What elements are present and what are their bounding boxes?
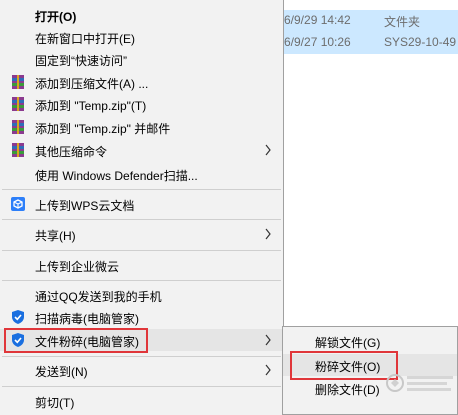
file-type: 文件夹 xyxy=(384,15,421,29)
chevron-right-icon xyxy=(265,228,271,240)
menu-item-scan-virus[interactable]: 扫描病毒(电脑管家) xyxy=(0,306,283,328)
menu-item-label: 文件粉碎(电脑管家) xyxy=(35,335,139,349)
chevron-right-icon xyxy=(265,334,271,346)
menu-item-open-new-window[interactable]: 在新窗口中打开(E) xyxy=(0,26,283,48)
menu-item-add-to-archive[interactable]: 添加到压缩文件(A) ... xyxy=(0,71,283,93)
menu-item-label: 打开(O) xyxy=(35,10,77,24)
file-row[interactable]: 6/9/27 10:26 SYS29-10-49 xyxy=(284,32,458,54)
tencent-shield-icon xyxy=(12,333,24,347)
menu-separator xyxy=(2,386,281,387)
watermark-logo-icon xyxy=(386,374,453,392)
menu-item-label: 在新窗口中打开(E) xyxy=(35,32,135,46)
menu-separator xyxy=(2,219,281,220)
menu-item-send-to[interactable]: 发送到(N) xyxy=(0,359,283,381)
menu-item-label: 扫描病毒(电脑管家) xyxy=(35,312,139,326)
menu-item-share[interactable]: 共享(H) xyxy=(0,223,283,245)
menu-item-label: 共享(H) xyxy=(35,229,76,243)
menu-item-upload-weiyun[interactable]: 上传到企业微云 xyxy=(0,254,283,276)
tencent-shield-icon xyxy=(12,310,24,324)
file-row[interactable]: 6/9/29 14:42 文件夹 xyxy=(284,10,458,32)
menu-item-label: 上传到企业微云 xyxy=(35,260,120,274)
menu-item-add-to-zip-and-email[interactable]: 添加到 "Temp.zip" 并邮件 xyxy=(0,116,283,138)
chevron-right-icon xyxy=(265,144,271,156)
menu-item-label: 发送到(N) xyxy=(35,365,88,379)
menu-separator xyxy=(2,356,281,357)
menu-item-label: 添加到 "Temp.zip" 并邮件 xyxy=(35,122,171,136)
menu-item-other-compress[interactable]: 其他压缩命令 xyxy=(0,139,283,161)
submenu-item-label: 粉碎文件(O) xyxy=(315,360,381,374)
menu-item-file-shredder[interactable]: 文件粉碎(电脑管家) xyxy=(0,329,283,351)
winrar-archive-icon xyxy=(12,143,24,157)
submenu-item-unlock[interactable]: 解锁文件(G) xyxy=(283,330,457,352)
menu-item-cut[interactable]: 剪切(T) xyxy=(0,390,283,412)
submenu-item-label: 删除文件(D) xyxy=(315,383,380,397)
context-menu: 打开(O) 在新窗口中打开(E) 固定到“快速访问” 添加到压缩文件(A) ..… xyxy=(0,0,284,415)
menu-item-label: 其他压缩命令 xyxy=(35,145,108,159)
chevron-right-icon xyxy=(265,364,271,376)
wps-cloud-icon xyxy=(11,197,25,211)
file-type: SYS29-10-49 xyxy=(384,35,457,49)
winrar-archive-icon xyxy=(12,75,24,89)
menu-item-label: 剪切(T) xyxy=(35,396,75,410)
winrar-archive-icon xyxy=(12,97,24,111)
file-date: 6/9/27 10:26 xyxy=(284,35,351,49)
menu-item-label: 固定到“快速访问” xyxy=(35,54,127,68)
winrar-archive-icon xyxy=(12,120,24,134)
menu-separator xyxy=(2,280,281,281)
menu-item-label: 通过QQ发送到我的手机 xyxy=(35,290,162,304)
menu-item-label: 添加到压缩文件(A) ... xyxy=(35,77,149,91)
submenu-item-label: 解锁文件(G) xyxy=(315,336,381,350)
menu-separator xyxy=(2,189,281,190)
menu-item-label: 添加到 "Temp.zip"(T) xyxy=(35,99,147,113)
menu-item-open[interactable]: 打开(O) xyxy=(0,4,283,26)
menu-item-pin-quick-access[interactable]: 固定到“快速访问” xyxy=(0,48,283,70)
menu-item-add-to-temp-zip[interactable]: 添加到 "Temp.zip"(T) xyxy=(0,93,283,115)
menu-item-upload-wps[interactable]: 上传到WPS云文档 xyxy=(0,193,283,215)
menu-item-defender-scan[interactable]: 使用 Windows Defender扫描... xyxy=(0,163,283,185)
file-date: 6/9/29 14:42 xyxy=(284,13,351,27)
menu-separator xyxy=(2,250,281,251)
menu-item-send-via-qq[interactable]: 通过QQ发送到我的手机 xyxy=(0,284,283,306)
menu-item-label: 使用 Windows Defender扫描... xyxy=(35,169,198,183)
menu-item-label: 上传到WPS云文档 xyxy=(35,199,135,213)
